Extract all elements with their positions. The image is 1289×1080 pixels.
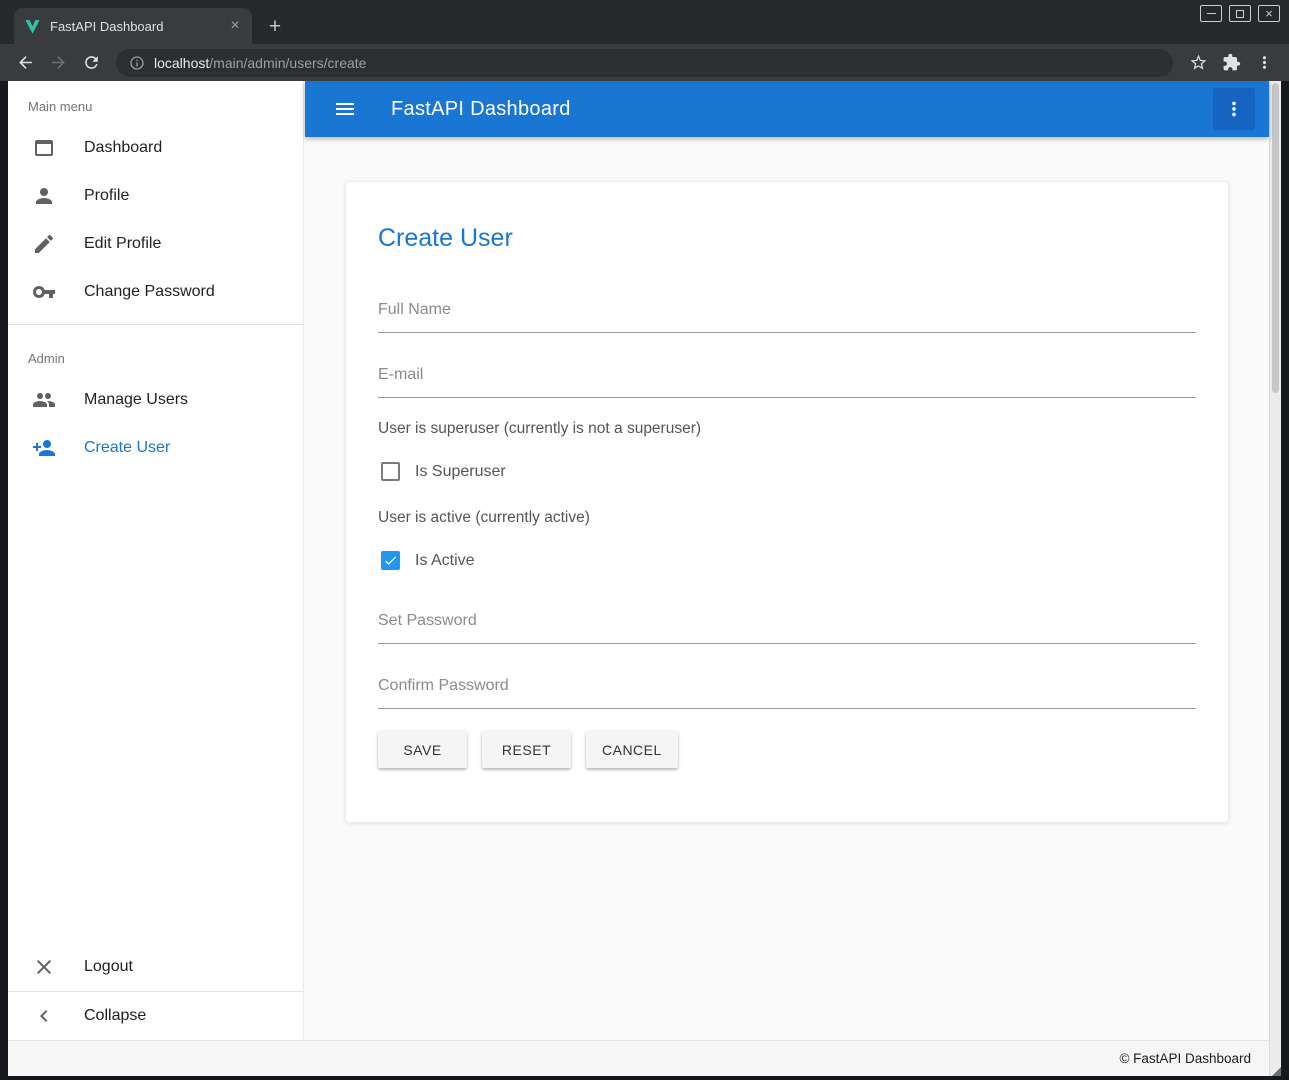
reset-button[interactable]: RESET	[482, 731, 571, 768]
sidebar-item-create-user[interactable]: Create User	[8, 424, 303, 472]
active-checkbox-row[interactable]: Is Active	[381, 551, 1196, 570]
appbar-title: FastAPI Dashboard	[391, 98, 1213, 121]
person-icon	[32, 184, 56, 208]
maximize-button[interactable]	[1229, 5, 1251, 22]
sidebar-item-profile[interactable]: Profile	[8, 172, 303, 220]
person-add-icon	[32, 436, 56, 460]
reload-icon	[82, 53, 101, 72]
sidebar-item-change-password[interactable]: Change Password	[8, 268, 303, 316]
sidebar-item-edit-profile[interactable]: Edit Profile	[8, 220, 303, 268]
sidebar-item-label: Edit Profile	[84, 235, 161, 253]
more-vert-icon	[1255, 53, 1274, 72]
superuser-checkbox-row[interactable]: Is Superuser	[381, 462, 1196, 481]
sidebar-item-label: Collapse	[84, 1007, 146, 1025]
browser-tab[interactable]: FastAPI Dashboard ×	[14, 8, 252, 44]
app-bar: FastAPI Dashboard	[305, 81, 1269, 137]
superuser-checkbox-label: Is Superuser	[415, 463, 506, 481]
sidebar-item-label: Profile	[84, 187, 129, 205]
create-user-card: Create User User is superuser (currently…	[345, 181, 1229, 823]
page-content: Create User User is superuser (currently…	[305, 137, 1269, 1040]
sidebar-item-label: Logout	[84, 958, 133, 976]
set-password-input[interactable]	[378, 608, 1196, 644]
confirm-password-input[interactable]	[378, 673, 1196, 709]
back-icon	[16, 53, 35, 72]
chevron-left-icon	[32, 1004, 56, 1028]
browser-menu-button[interactable]	[1249, 48, 1279, 78]
check-icon	[383, 553, 398, 568]
sidebar-item-label: Create User	[84, 439, 170, 457]
active-checkbox[interactable]	[381, 551, 400, 570]
window-controls: ×	[1200, 5, 1280, 22]
sidebar-section-main: Main menu	[8, 81, 303, 124]
url-path: /main/admin/users/create	[209, 55, 366, 71]
tab-title: FastAPI Dashboard	[50, 19, 217, 34]
sidebar-item-dashboard[interactable]: Dashboard	[8, 124, 303, 172]
page-footer: © FastAPI Dashboard	[8, 1040, 1269, 1076]
browser-window: FastAPI Dashboard × + × localhost/main/a…	[0, 0, 1289, 1080]
active-hint: User is active (currently active)	[378, 509, 1196, 527]
sidebar-section-admin: Admin	[8, 333, 303, 376]
resize-grip-icon	[1272, 1067, 1281, 1076]
set-password-field	[378, 608, 1196, 644]
star-icon	[1189, 53, 1208, 72]
bookmark-star-button[interactable]	[1183, 48, 1213, 78]
save-button[interactable]: SAVE	[378, 731, 467, 768]
pencil-icon	[32, 232, 56, 256]
forward-icon	[49, 53, 68, 72]
dashboard-icon	[32, 136, 56, 160]
maximize-icon	[1236, 10, 1244, 18]
favicon-icon	[24, 18, 41, 35]
form-buttons: SAVE RESET CANCEL	[378, 731, 1196, 768]
scrollbar-thumb[interactable]	[1272, 83, 1279, 393]
sidebar-item-label: Dashboard	[84, 139, 162, 157]
page-scrollbar[interactable]	[1269, 81, 1281, 1076]
browser-titlebar: FastAPI Dashboard × + ×	[0, 0, 1289, 44]
full-name-input[interactable]	[378, 297, 1196, 333]
full-name-field	[378, 297, 1196, 333]
appbar-menu-button[interactable]	[1213, 88, 1255, 130]
hamburger-menu-button[interactable]	[327, 91, 363, 127]
form-title: Create User	[378, 224, 1196, 253]
browser-toolbar: localhost/main/admin/users/create	[0, 44, 1289, 81]
confirm-password-field	[378, 673, 1196, 709]
forward-button[interactable]	[43, 48, 73, 78]
minimize-button[interactable]	[1200, 5, 1222, 22]
people-icon	[32, 388, 56, 412]
sidebar-item-manage-users[interactable]: Manage Users	[8, 376, 303, 424]
new-tab-button[interactable]: +	[260, 11, 290, 41]
sidebar-item-label: Manage Users	[84, 391, 188, 409]
more-vert-icon	[1223, 98, 1245, 120]
superuser-checkbox[interactable]	[381, 462, 400, 481]
sidebar-item-collapse[interactable]: Collapse	[8, 992, 303, 1040]
minimize-icon	[1207, 13, 1216, 14]
sidebar-bottom: Logout Collapse	[8, 943, 303, 1040]
back-button[interactable]	[10, 48, 40, 78]
close-button[interactable]: ×	[1258, 5, 1280, 22]
extensions-icon	[1222, 53, 1241, 72]
copyright-text: © FastAPI Dashboard	[1119, 1051, 1251, 1066]
email-field	[378, 362, 1196, 398]
web-page: Main menu Dashboard Profile Edit Profile…	[8, 81, 1281, 1076]
active-checkbox-label: Is Active	[415, 552, 475, 570]
sidebar-divider	[8, 324, 303, 325]
email-input[interactable]	[378, 362, 1196, 398]
extensions-button[interactable]	[1216, 48, 1246, 78]
close-icon: ×	[1265, 7, 1273, 20]
sidebar-item-label: Change Password	[84, 283, 215, 301]
superuser-hint: User is superuser (currently is not a su…	[378, 420, 1196, 438]
key-icon	[32, 280, 56, 304]
hamburger-icon	[333, 97, 357, 121]
logout-close-icon	[32, 955, 56, 979]
reload-button[interactable]	[76, 48, 106, 78]
url-host: localhost	[154, 55, 209, 71]
sidebar: Main menu Dashboard Profile Edit Profile…	[8, 81, 304, 1040]
tab-close-icon[interactable]: ×	[226, 17, 244, 35]
sidebar-item-logout[interactable]: Logout	[8, 943, 303, 991]
main-area: FastAPI Dashboard Create User User is su…	[305, 81, 1269, 1040]
cancel-button[interactable]: CANCEL	[586, 731, 678, 768]
info-icon[interactable]	[129, 55, 145, 71]
url-bar[interactable]: localhost/main/admin/users/create	[116, 49, 1173, 77]
